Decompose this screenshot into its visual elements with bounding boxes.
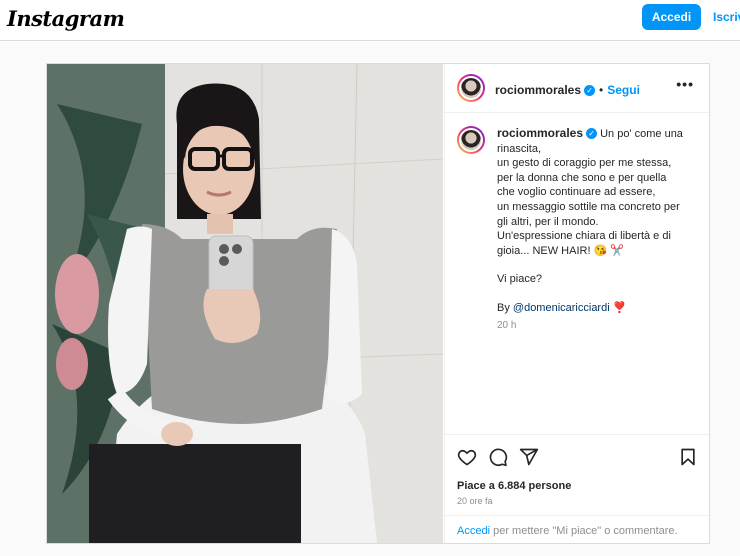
caption-line: rinascita, (497, 142, 542, 155)
caption-line: un messaggio sottile ma concreto per (497, 200, 680, 213)
login-button[interactable]: Accedi (642, 4, 701, 30)
caption-first-line: rociommorales ✓ Un po' come una (497, 126, 697, 142)
top-navigation-bar: Instagram Accedi Iscriv (0, 0, 740, 41)
post-sidebar: rociommorales ✓ • Segui ••• rociommorales ✓ … (444, 64, 709, 543)
login-prompt-text: per mettere "Mi piace" o commentare. (493, 525, 678, 537)
caption-line: gli altri, per il mondo. (497, 215, 599, 228)
post-header: rociommorales ✓ • Segui ••• (445, 64, 709, 113)
caption-line: che voglio continuare ad essere, (497, 186, 656, 199)
caption-question: Vi piace? (497, 273, 543, 286)
caption-line: per la donna che sono e per quella (497, 171, 667, 184)
post-actions: Piace a 6.884 persone 20 ore fa Accedi p… (445, 434, 709, 543)
caption-username[interactable]: rociommorales (497, 126, 583, 140)
heart-icon[interactable] (457, 447, 477, 467)
caption-line: Un'espressione chiara di libertà e di (497, 230, 671, 243)
username-link[interactable]: rociommorales (495, 83, 581, 97)
verified-badge-icon: ✓ (584, 85, 596, 96)
caption-line: un gesto di coraggio per me stessa, (497, 157, 672, 170)
more-options-icon[interactable]: ••• (676, 76, 694, 92)
avatar[interactable] (457, 74, 485, 102)
separator-dot: • (599, 83, 604, 97)
caption-line: gioia... NEW HAIR! 😘 ✂️ (497, 244, 625, 257)
login-link[interactable]: Accedi (457, 525, 490, 537)
post-header-user: rociommorales ✓ • Segui (495, 81, 640, 99)
login-prompt: Accedi per mettere "Mi piace" o commenta… (445, 515, 709, 543)
share-icon[interactable] (519, 447, 539, 467)
caption-avatar[interactable] (457, 126, 485, 154)
post-time-ago[interactable]: 20 ore fa (457, 496, 493, 506)
instagram-logo[interactable]: Instagram (7, 6, 125, 31)
caption-text: rociommorales ✓ Un po' come una rinascita… (497, 126, 697, 333)
signup-link[interactable]: Iscriv (713, 10, 740, 24)
bookmark-icon[interactable] (678, 447, 698, 467)
post-card: rociommorales ✓ • Segui ••• rociommorales ✓ … (46, 63, 710, 544)
follow-button[interactable]: Segui (607, 83, 640, 97)
verified-badge-icon: ✓ (586, 128, 598, 139)
likes-count[interactable]: Piace a 6.884 persone (457, 480, 571, 492)
selfie-image (47, 64, 443, 543)
heart-exclamation-emoji: ❣️ (612, 301, 627, 314)
by-label: By (497, 301, 510, 314)
comment-icon[interactable] (488, 447, 508, 467)
caption-line: Un po' come una (600, 128, 683, 140)
post-photo[interactable] (47, 64, 443, 543)
caption-timestamp[interactable]: 20 h (497, 319, 697, 334)
caption-credit-line: By @domenicaricciardi ❣️ (497, 301, 697, 316)
credit-mention-link[interactable]: @domenicaricciardi (513, 302, 610, 314)
